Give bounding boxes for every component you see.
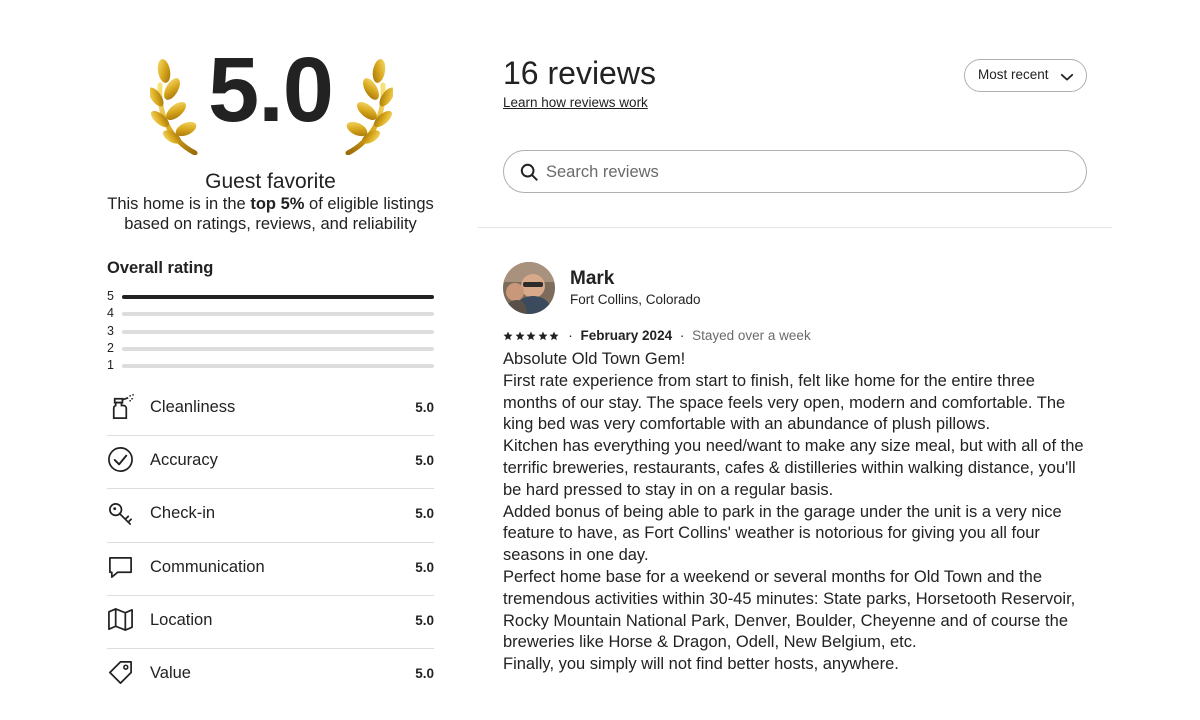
guest-favorite-title: Guest favorite — [205, 170, 336, 193]
category-value: Value 5.0 — [107, 649, 434, 702]
category-value: 5.0 — [415, 506, 434, 522]
review-text: Absolute Old Town Gem! First rate experi… — [503, 350, 1084, 674]
review-search-box[interactable] — [503, 150, 1087, 193]
search-reviews-input[interactable] — [546, 159, 1066, 185]
category-value: 5.0 — [415, 453, 434, 469]
category-value: 5.0 — [415, 559, 434, 575]
category-label: Location — [150, 610, 213, 629]
reviewer-name: Mark — [570, 268, 615, 289]
star-icon — [538, 331, 547, 341]
sort-label: Most recent — [978, 67, 1049, 82]
rating-bar-row: 1 — [107, 357, 434, 374]
search-icon — [520, 163, 538, 181]
rating-bar-track — [122, 346, 434, 351]
section-divider — [478, 227, 1112, 228]
category-label: Check-in — [150, 504, 216, 523]
category-cleanliness: Cleanliness 5.0 — [107, 383, 434, 437]
desc-bold: top 5% — [250, 195, 305, 213]
rating-bar-label: 1 — [107, 358, 114, 373]
spray-bottle-icon — [107, 393, 134, 420]
category-value: 5.0 — [415, 612, 434, 628]
chevron-down-icon — [1060, 73, 1074, 81]
review-meta: · February 2024 · Stayed over a week — [503, 328, 811, 344]
rating-bar-label: 4 — [107, 306, 114, 321]
review-date: February 2024 — [580, 328, 673, 343]
review-count: 16 reviews — [503, 55, 656, 91]
reviewer-location: Fort Collins, Colorado — [570, 292, 701, 307]
rating-summary: 5.0 Guest favorite This home is in the t… — [107, 0, 434, 720]
category-value: 5.0 — [415, 400, 434, 415]
rating-bar-fill — [122, 295, 434, 299]
star-icon — [549, 331, 559, 341]
map-icon — [107, 606, 134, 633]
category-check-in: Check-in 5.0 — [107, 489, 434, 543]
star-rating — [503, 329, 561, 344]
key-icon — [107, 499, 134, 526]
rating-bar-row: 4 — [107, 305, 434, 322]
sort-dropdown[interactable]: Most recent — [964, 59, 1087, 92]
category-label: Communication — [150, 557, 265, 576]
guest-favorite-description: This home is in the top 5% of eligible l… — [97, 194, 444, 234]
star-icon — [515, 331, 524, 341]
rating-bar-row: 2 — [107, 340, 434, 357]
rating-distribution: 5 4 3 2 1 — [107, 288, 434, 374]
rating-bar-label: 2 — [107, 340, 114, 355]
rating-bar-track — [122, 312, 434, 317]
desc-prefix: This home is in the — [107, 195, 246, 213]
star-icon — [526, 331, 536, 341]
category-label: Cleanliness — [150, 398, 236, 416]
rating-bar-label: 3 — [107, 323, 114, 338]
rating-bar-label: 5 — [107, 289, 114, 303]
rating-bar-row: 3 — [107, 323, 434, 340]
category-value: 5.0 — [415, 665, 434, 681]
star-icon — [503, 331, 513, 341]
category-ratings: Cleanliness 5.0 Accuracy 5.0 Check-in 5.0 Comm… — [107, 383, 434, 702]
category-label: Value — [150, 663, 191, 682]
category-location: Location 5.0 — [107, 596, 434, 649]
rating-bar-track — [122, 364, 434, 369]
category-accuracy: Accuracy 5.0 — [107, 436, 434, 490]
avatar[interactable] — [503, 262, 555, 314]
stay-duration: Stayed over a week — [692, 328, 811, 343]
reviews-panel: 16 reviews Learn how reviews work Most r… — [478, 0, 1112, 720]
rating-bar-track — [122, 329, 434, 334]
category-communication: Communication 5.0 — [107, 543, 434, 596]
rating-bar-track — [122, 295, 434, 299]
overall-rating-label: Overall rating — [107, 259, 214, 277]
check-circle-icon — [107, 446, 134, 473]
learn-how-reviews-work-link[interactable]: Learn how reviews work — [503, 95, 648, 110]
chat-bubble-icon — [107, 553, 134, 580]
overall-rating-value: 5.0 — [208, 39, 334, 141]
rating-bar-row: 5 — [107, 288, 434, 305]
price-tag-icon — [107, 659, 134, 686]
category-label: Accuracy — [150, 451, 218, 470]
